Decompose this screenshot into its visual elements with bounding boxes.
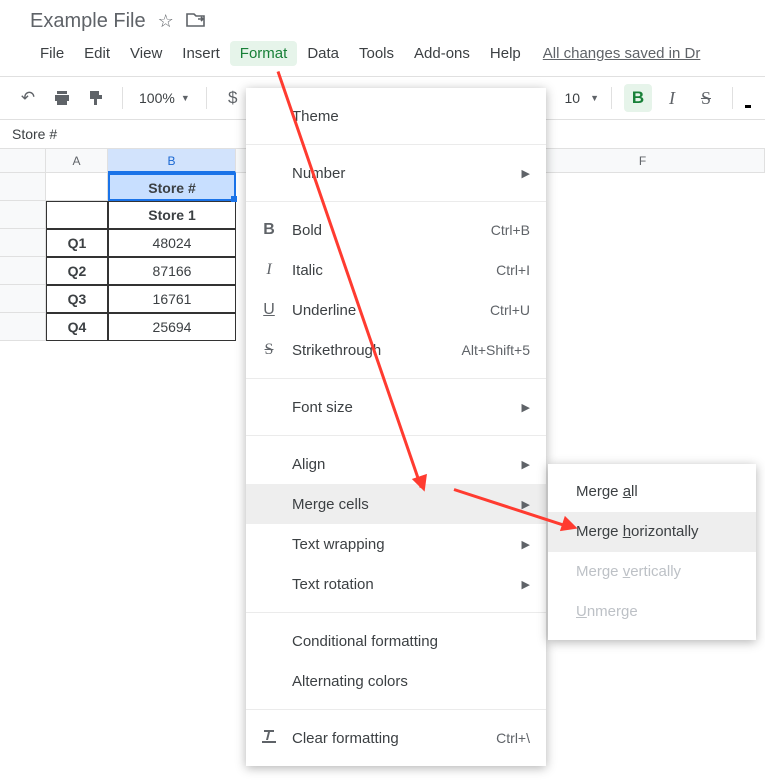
chevron-right-icon: ▶ <box>522 458 530 471</box>
menu-data[interactable]: Data <box>297 41 349 66</box>
zoom-value: 100% <box>139 90 175 106</box>
move-icon[interactable] <box>186 11 206 32</box>
cell[interactable]: Q1 <box>46 229 108 257</box>
col-header-b[interactable]: B <box>108 149 236 173</box>
select-all-corner[interactable] <box>0 149 46 173</box>
print-button[interactable] <box>48 84 76 112</box>
chevron-right-icon: ▶ <box>522 498 530 511</box>
paint-format-button[interactable] <box>82 84 110 112</box>
row-header[interactable] <box>0 257 46 285</box>
separator <box>246 435 546 436</box>
menuitem-clear[interactable]: Clear formatting Ctrl+\ <box>246 718 546 758</box>
cell[interactable]: Q4 <box>46 313 108 341</box>
undo-button[interactable]: ↶ <box>14 84 42 112</box>
cell[interactable]: 16761 <box>108 285 236 313</box>
menuitem-bold[interactable]: B Bold Ctrl+B <box>246 210 546 250</box>
separator <box>206 87 207 109</box>
menu-insert[interactable]: Insert <box>172 41 230 66</box>
menubar: File Edit View Insert Format Data Tools … <box>0 39 765 76</box>
separator <box>246 144 546 145</box>
menuitem-strike[interactable]: S Strikethrough Alt+Shift+5 <box>246 330 546 370</box>
star-icon[interactable]: ☆ <box>158 11 174 32</box>
menu-view[interactable]: View <box>120 41 172 66</box>
cell[interactable] <box>46 173 108 201</box>
cell-b1-selected[interactable]: Store # <box>108 173 236 201</box>
separator <box>246 201 546 202</box>
menuitem-rotation[interactable]: Text rotation ▶ <box>246 564 546 604</box>
chevron-right-icon: ▶ <box>522 167 530 180</box>
caret-icon: ▼ <box>590 93 599 103</box>
menuitem-conditional[interactable]: Conditional formatting <box>246 621 546 661</box>
col-header-a[interactable]: A <box>46 149 108 173</box>
chevron-right-icon: ▶ <box>522 538 530 551</box>
clear-format-icon <box>246 727 292 750</box>
menu-edit[interactable]: Edit <box>74 41 120 66</box>
cell[interactable]: Store 1 <box>108 201 236 229</box>
separator <box>246 709 546 710</box>
separator <box>246 378 546 379</box>
menuitem-underline[interactable]: U Underline Ctrl+U <box>246 290 546 330</box>
menuitem-number[interactable]: Number ▶ <box>246 153 546 193</box>
submenu-merge-all[interactable]: Merge all <box>548 472 756 512</box>
menu-tools[interactable]: Tools <box>349 41 404 66</box>
doc-title[interactable]: Example File <box>30 10 146 33</box>
menuitem-italic[interactable]: I Italic Ctrl+I <box>246 250 546 290</box>
chevron-right-icon: ▶ <box>522 578 530 591</box>
fontsize-dropdown[interactable]: 10 ▼ <box>565 90 600 106</box>
strike-icon: S <box>246 341 292 359</box>
menuitem-align[interactable]: Align ▶ <box>246 444 546 484</box>
cell[interactable]: 25694 <box>108 313 236 341</box>
submenu-merge-horizontal[interactable]: Merge horizontally <box>548 512 756 552</box>
text-color-button[interactable] <box>745 88 751 108</box>
currency-button[interactable]: $ <box>219 84 247 112</box>
bold-icon: B <box>246 221 292 239</box>
cell[interactable]: Q2 <box>46 257 108 285</box>
italic-icon: I <box>246 261 292 279</box>
save-status[interactable]: All changes saved in Dr <box>543 45 701 62</box>
menu-addons[interactable]: Add-ons <box>404 41 480 66</box>
zoom-dropdown[interactable]: 100% ▼ <box>135 90 194 106</box>
separator <box>246 612 546 613</box>
merge-submenu: Merge all Merge horizontally Merge verti… <box>548 464 756 640</box>
menuitem-wrap[interactable]: Text wrapping ▶ <box>246 524 546 564</box>
row-header[interactable] <box>0 229 46 257</box>
caret-icon: ▼ <box>181 93 190 103</box>
separator <box>122 87 123 109</box>
col-header-f[interactable]: F <box>521 149 765 173</box>
row-header[interactable] <box>0 201 46 229</box>
cell[interactable]: 48024 <box>108 229 236 257</box>
title-bar: Example File ☆ <box>0 0 765 39</box>
fontsize-value: 10 <box>565 90 581 106</box>
strike-button[interactable]: S <box>692 84 720 112</box>
format-dropdown: Theme Number ▶ B Bold Ctrl+B I Italic Ct… <box>246 88 546 766</box>
row-header[interactable] <box>0 173 46 201</box>
separator <box>611 87 612 109</box>
italic-button[interactable]: I <box>658 84 686 112</box>
separator <box>732 87 733 109</box>
menu-file[interactable]: File <box>30 41 74 66</box>
underline-icon: U <box>246 301 292 319</box>
row-header[interactable] <box>0 285 46 313</box>
chevron-right-icon: ▶ <box>522 401 530 414</box>
submenu-merge-vertical: Merge vertically <box>548 552 756 592</box>
cell[interactable] <box>46 201 108 229</box>
cell[interactable]: 87166 <box>108 257 236 285</box>
menu-format[interactable]: Format <box>230 41 298 66</box>
bold-button[interactable]: B <box>624 84 652 112</box>
menu-help[interactable]: Help <box>480 41 531 66</box>
submenu-unmerge: Unmerge <box>548 592 756 632</box>
row-header[interactable] <box>0 313 46 341</box>
cell[interactable]: Q3 <box>46 285 108 313</box>
menuitem-alternating[interactable]: Alternating colors <box>246 661 546 701</box>
